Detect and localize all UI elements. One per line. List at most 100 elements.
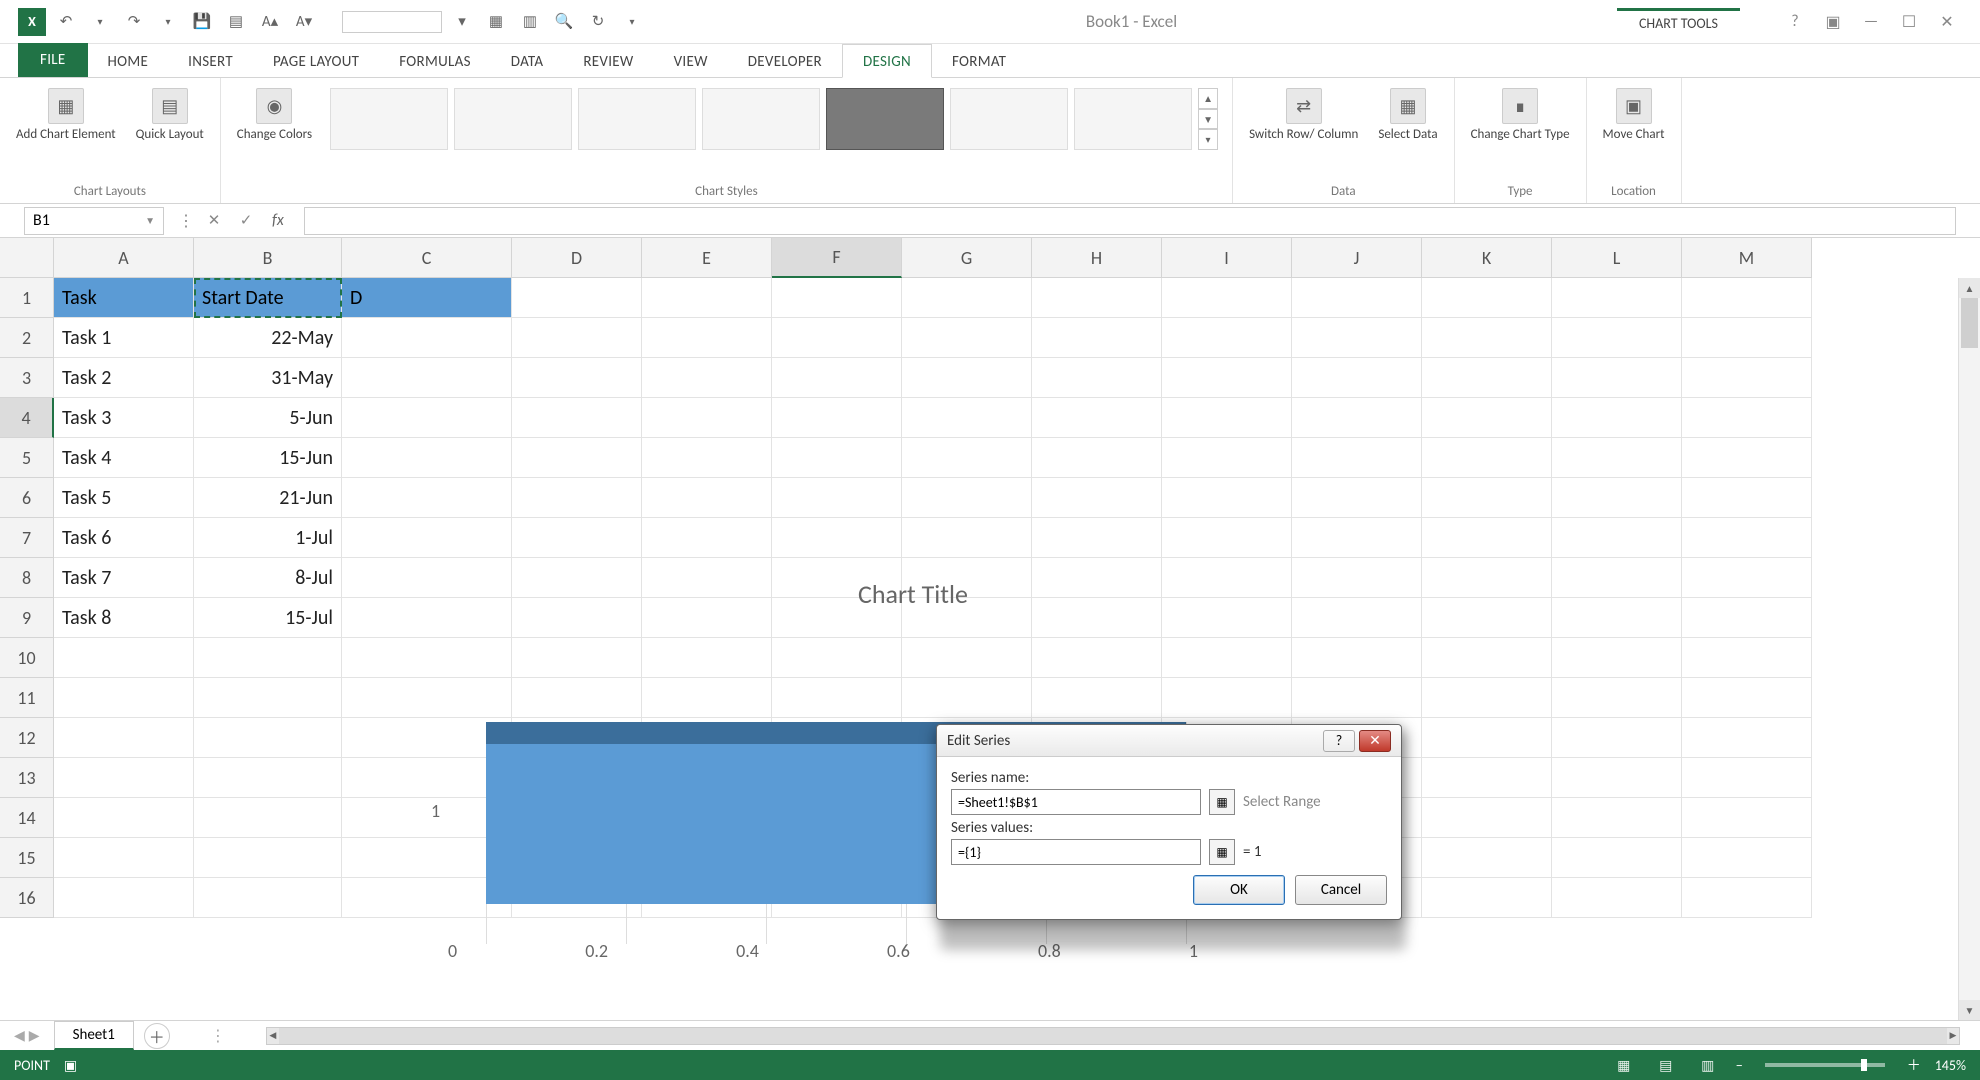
cell[interactable] (1552, 598, 1682, 638)
cell[interactable] (1682, 558, 1812, 598)
qat-icon[interactable]: ↻ (584, 10, 612, 34)
cell[interactable] (1552, 798, 1682, 838)
ribbon-tab-design[interactable]: DESIGN (842, 44, 932, 78)
row-header[interactable]: 5 (0, 438, 54, 478)
cell[interactable] (194, 798, 342, 838)
cell[interactable] (194, 878, 342, 918)
cell[interactable] (902, 478, 1032, 518)
cell[interactable] (1032, 278, 1162, 318)
scroll-thumb[interactable] (279, 1028, 1947, 1044)
cell[interactable] (1552, 318, 1682, 358)
ribbon-tab-insert[interactable]: INSERT (168, 45, 253, 77)
cell[interactable] (1292, 478, 1422, 518)
cell[interactable] (642, 318, 772, 358)
cell[interactable] (54, 758, 194, 798)
column-header[interactable]: J (1292, 238, 1422, 278)
cell[interactable] (342, 358, 512, 398)
cell[interactable] (54, 718, 194, 758)
cell[interactable]: Task 6 (54, 518, 194, 558)
range-picker-icon[interactable]: ▦ (1209, 789, 1235, 815)
select-data-button[interactable]: ▦ Select Data (1372, 84, 1443, 146)
row-header[interactable]: 3 (0, 358, 54, 398)
cell[interactable] (1032, 358, 1162, 398)
cell[interactable] (1682, 678, 1812, 718)
cell[interactable] (1422, 358, 1552, 398)
cell[interactable]: Task 7 (54, 558, 194, 598)
cell[interactable] (1552, 638, 1682, 678)
column-header[interactable]: K (1422, 238, 1552, 278)
cell[interactable] (512, 318, 642, 358)
grow-font-icon[interactable]: A▴ (256, 10, 284, 34)
close-icon[interactable]: ✕ (1932, 10, 1962, 34)
chart-style-option[interactable] (950, 88, 1068, 150)
shrink-font-icon[interactable]: A▾ (290, 10, 318, 34)
cell[interactable] (1552, 278, 1682, 318)
cell[interactable] (1552, 758, 1682, 798)
cell[interactable] (772, 278, 902, 318)
cell[interactable] (342, 518, 512, 558)
cell[interactable] (512, 518, 642, 558)
save-icon[interactable]: 💾 (188, 10, 216, 34)
cell[interactable]: 31-May (194, 358, 342, 398)
formula-input[interactable] (304, 207, 1956, 235)
move-chart-button[interactable]: ▣ Move Chart (1597, 84, 1671, 146)
cell[interactable] (342, 478, 512, 518)
cell[interactable] (194, 758, 342, 798)
cell[interactable] (1682, 878, 1812, 918)
name-box-dropdown-icon[interactable]: ▼ (145, 214, 155, 227)
cell[interactable] (1552, 438, 1682, 478)
qat-icon[interactable]: ▥ (516, 10, 544, 34)
cell[interactable] (772, 438, 902, 478)
row-header[interactable]: 10 (0, 638, 54, 678)
column-header[interactable]: G (902, 238, 1032, 278)
cell[interactable] (1682, 438, 1812, 478)
cell[interactable] (1682, 718, 1812, 758)
open-icon[interactable]: ▤ (222, 10, 250, 34)
cell[interactable] (194, 718, 342, 758)
vertical-scrollbar[interactable]: ▲ ▼ (1958, 278, 1980, 1020)
page-layout-view-icon[interactable]: ▤ (1652, 1055, 1680, 1075)
ribbon-tab-review[interactable]: REVIEW (563, 45, 653, 77)
cell[interactable] (1682, 798, 1812, 838)
cell[interactable] (1552, 358, 1682, 398)
horizontal-scrollbar[interactable]: ◀ ▶ (266, 1027, 1960, 1045)
qat-more-icon[interactable]: ▾ (448, 10, 476, 34)
cell[interactable] (1162, 358, 1292, 398)
scroll-down-icon[interactable]: ▼ (1959, 1000, 1980, 1020)
cell[interactable] (642, 398, 772, 438)
cell[interactable] (512, 478, 642, 518)
name-box[interactable]: B1 ▼ (24, 207, 164, 235)
cell[interactable] (772, 478, 902, 518)
cell[interactable]: D (342, 278, 512, 318)
cell[interactable] (1162, 478, 1292, 518)
ribbon-tab-page-layout[interactable]: PAGE LAYOUT (253, 45, 379, 77)
cell[interactable] (512, 438, 642, 478)
row-header[interactable]: 8 (0, 558, 54, 598)
chart-style-option[interactable] (702, 88, 820, 150)
sheet-nav-prev-icon[interactable]: ◀ (14, 1027, 25, 1044)
cell[interactable] (1292, 438, 1422, 478)
cell[interactable] (1032, 478, 1162, 518)
cell[interactable] (1552, 398, 1682, 438)
cell[interactable]: Task 3 (54, 398, 194, 438)
cell[interactable] (1292, 398, 1422, 438)
cell[interactable] (902, 278, 1032, 318)
cell[interactable] (642, 478, 772, 518)
cell[interactable] (1552, 478, 1682, 518)
cell[interactable] (1162, 278, 1292, 318)
chart-style-option[interactable] (578, 88, 696, 150)
chart-title[interactable]: Chart Title (858, 578, 968, 610)
column-header[interactable]: A (54, 238, 194, 278)
cell[interactable] (54, 798, 194, 838)
cell[interactable] (772, 518, 902, 558)
cell[interactable] (772, 398, 902, 438)
ok-button[interactable]: OK (1193, 875, 1285, 905)
row-header[interactable]: 2 (0, 318, 54, 358)
cell[interactable] (902, 358, 1032, 398)
cell[interactable]: Task 1 (54, 318, 194, 358)
cell[interactable]: 21-Jun (194, 478, 342, 518)
change-colors-button[interactable]: ◉ Change Colors (231, 84, 318, 146)
cell[interactable] (194, 638, 342, 678)
chart-style-option[interactable] (454, 88, 572, 150)
cell[interactable] (1422, 798, 1552, 838)
